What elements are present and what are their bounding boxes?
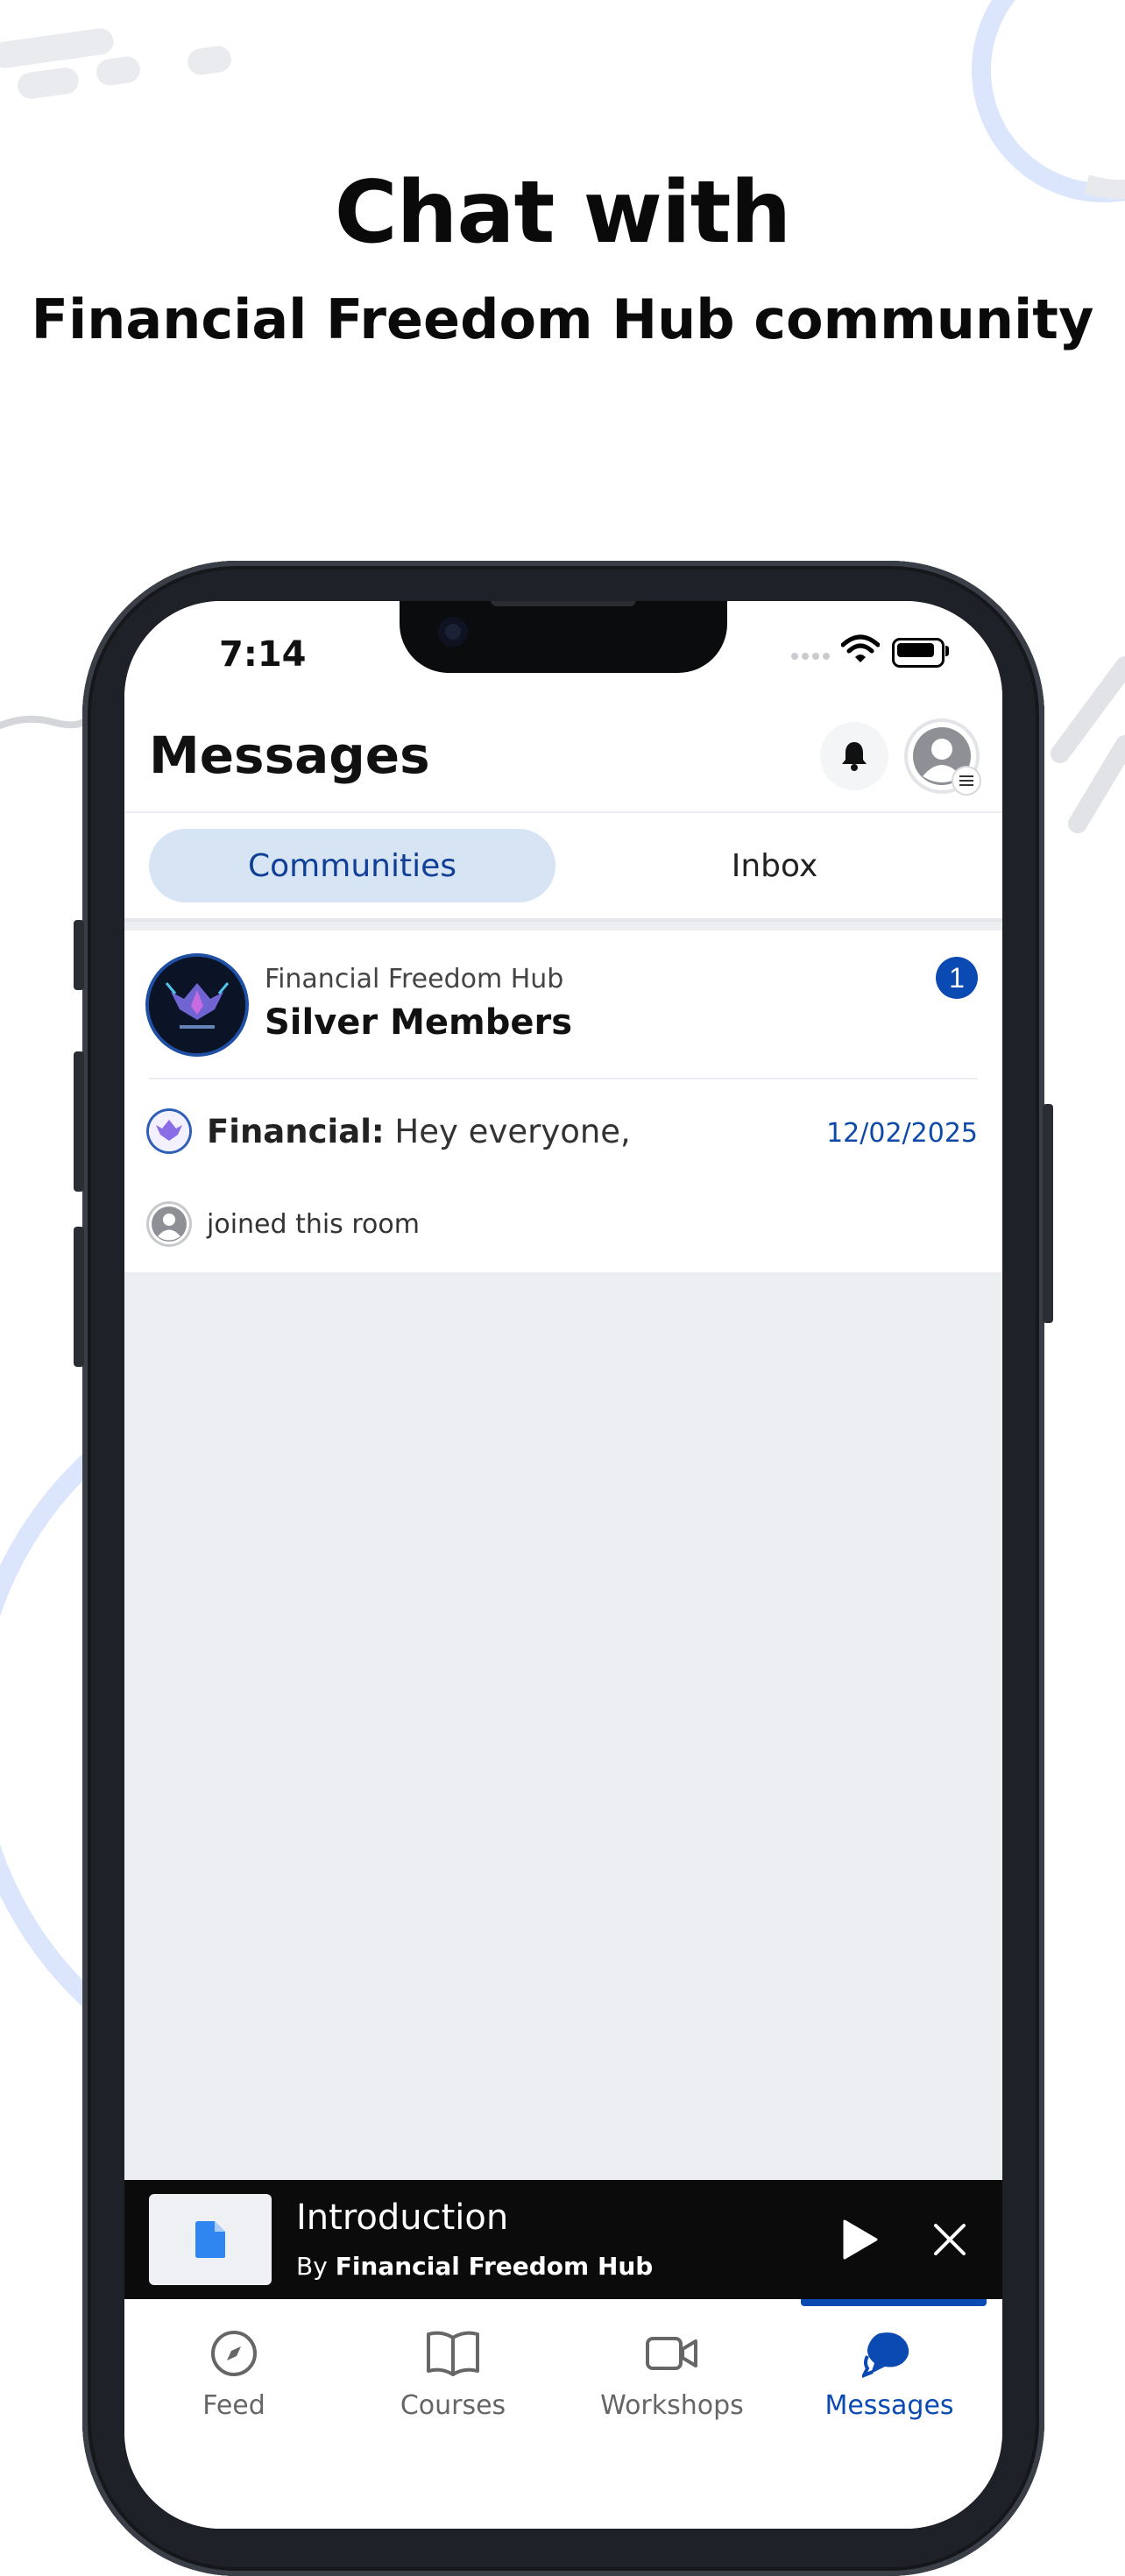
battery-tip: [945, 646, 949, 656]
phone-notch: [400, 601, 727, 673]
phone-volume-up: [74, 1051, 84, 1192]
notifications-button[interactable]: [820, 722, 888, 790]
headline-subtitle: Financial Freedom Hub community: [31, 287, 1094, 351]
player-title: Introduction: [296, 2197, 509, 2238]
chat-bubbles-icon: [862, 2332, 909, 2378]
nav-workshops[interactable]: Workshops: [562, 2325, 782, 2421]
battery-icon: [892, 638, 945, 668]
compass-icon: [211, 2331, 257, 2376]
document-icon: [195, 2221, 225, 2258]
tab-inbox[interactable]: Inbox: [571, 829, 978, 902]
front-camera: [438, 617, 468, 647]
nav-messages-label: Messages: [824, 2390, 954, 2421]
tab-communities[interactable]: Communities: [149, 829, 555, 902]
bottom-navigation: Feed Courses Workshops Messages: [124, 2299, 1002, 2529]
nav-messages[interactable]: Messages: [780, 2325, 999, 2421]
last-message-date: 12/02/2025: [826, 1118, 978, 1149]
video-icon: [646, 2337, 697, 2370]
wifi-icon: [841, 634, 880, 662]
menu-icon: [953, 768, 980, 794]
bell-icon: [842, 742, 867, 771]
community-room-card[interactable]: Financial Freedom Hub Silver Members 1 F…: [124, 931, 1002, 1272]
messages-header: Messages: [124, 697, 1002, 813]
close-icon: [934, 2224, 966, 2255]
sender-avatar: [149, 1111, 189, 1151]
mini-player[interactable]: Introduction By Financial Freedom Hub: [124, 2180, 1002, 2299]
activity-text: joined this room: [207, 1209, 420, 1240]
decor-dash: [186, 44, 233, 77]
community-name: Financial Freedom Hub: [265, 964, 564, 994]
nav-courses-label: Courses: [400, 2390, 506, 2421]
community-logo: [149, 957, 245, 1053]
decor-stripes-right: [1051, 656, 1125, 833]
nav-courses[interactable]: Courses: [343, 2325, 562, 2421]
cellular-signal-icon: [791, 653, 830, 660]
decor-dash: [16, 66, 81, 101]
last-message-sender: Financial:: [207, 1113, 385, 1150]
active-tab-indicator: [801, 2299, 987, 2306]
last-message: Financial: Hey everyone,: [207, 1113, 631, 1150]
decor-dash: [0, 26, 116, 70]
nav-feed[interactable]: Feed: [124, 2325, 343, 2421]
phone-mute-switch: [74, 920, 84, 990]
page-title: Messages: [149, 725, 430, 785]
play-button[interactable]: [834, 2213, 887, 2266]
nav-workshops-label: Workshops: [600, 2390, 744, 2421]
unread-count-badge: 1: [936, 957, 978, 999]
card-divider: [149, 1078, 978, 1079]
phone-power-button: [1043, 1104, 1053, 1323]
profile-button[interactable]: [908, 722, 980, 794]
status-time: 7:14: [219, 634, 307, 675]
close-player-button[interactable]: [923, 2213, 976, 2266]
message-tabs: Communities Inbox: [124, 813, 1002, 922]
player-author-name: Financial Freedom Hub: [335, 2252, 654, 2281]
player-author: By Financial Freedom Hub: [296, 2252, 653, 2281]
nav-feed-label: Feed: [202, 2390, 265, 2421]
headline-title: Chat with: [334, 163, 792, 263]
player-thumbnail: [149, 2194, 272, 2285]
decor-wave-left: [0, 715, 88, 729]
member-avatar: [149, 1204, 189, 1244]
room-name: Silver Members: [265, 1002, 572, 1043]
decor-dash: [95, 54, 142, 88]
phone-volume-down: [74, 1227, 84, 1367]
player-author-prefix: By: [296, 2252, 336, 2281]
notch-speaker: [491, 601, 636, 606]
play-icon: [843, 2219, 878, 2260]
book-icon: [427, 2331, 479, 2376]
phone-screen: 7:14 Messages Communities Inbox Financia…: [124, 601, 1002, 2529]
last-message-text: Hey everyone,: [384, 1113, 631, 1150]
